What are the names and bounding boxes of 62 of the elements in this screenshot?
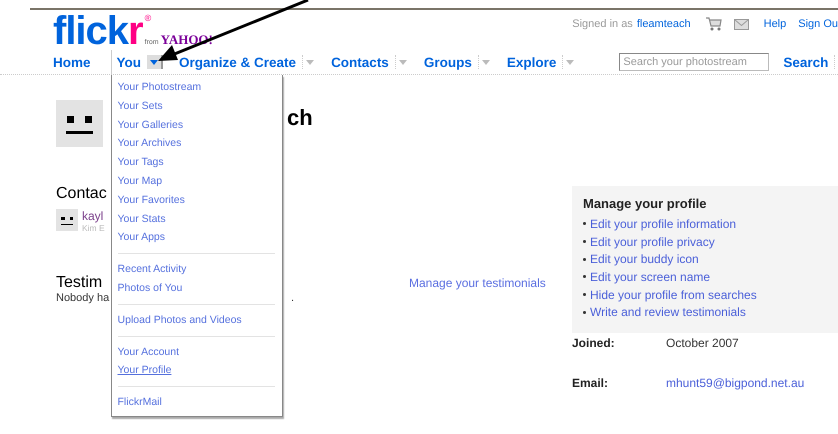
testimonials-text-end: . — [291, 292, 296, 304]
avatar-icon — [56, 100, 103, 147]
caret-icon[interactable] — [478, 55, 493, 69]
menu-item[interactable]: Photos of You — [118, 278, 182, 298]
profile-link[interactable]: Hide your profile from searches — [590, 288, 757, 302]
profile-link[interactable]: Edit your profile information — [590, 216, 736, 231]
profile-link[interactable]: Edit your screen name — [590, 270, 710, 284]
bullet-icon — [583, 240, 586, 244]
top-link[interactable]: Help — [764, 18, 786, 30]
bullet-icon — [583, 310, 586, 314]
dropdown-button[interactable] — [147, 55, 164, 69]
menu-item[interactable]: Your Favorites — [118, 190, 185, 210]
menu-item[interactable]: Your Profile — [118, 361, 172, 380]
menu-item[interactable]: Your Galleries — [118, 116, 184, 134]
cart-icon[interactable] — [706, 17, 722, 31]
testimonials-text: Nobody ha — [56, 292, 110, 304]
section-heading: Testim — [56, 274, 104, 292]
mail-icon[interactable] — [734, 18, 749, 30]
menu-item[interactable]: Your Archives — [118, 134, 182, 154]
menu-item[interactable]: Your Stats — [118, 210, 166, 228]
detail-label: Email: — [572, 376, 610, 390]
nav-link[interactable]: Groups — [424, 54, 472, 70]
profile-link[interactable]: Edit your buddy icon — [590, 252, 699, 266]
bullet-icon — [583, 293, 586, 296]
bullet-icon — [583, 275, 586, 278]
menu-item[interactable]: Your Sets — [118, 96, 163, 116]
search-field[interactable]: Search your photostream — [619, 53, 770, 71]
caret-icon — [150, 60, 158, 64]
menu-item[interactable]: Upload Photos and Videos — [118, 310, 242, 330]
nav-link[interactable]: You — [116, 54, 142, 70]
profile-link[interactable]: Edit your profile privacy — [590, 234, 715, 249]
top-link[interactable]: Sign Ou — [798, 18, 838, 30]
menu-item[interactable]: Your Map — [118, 172, 162, 191]
section-heading: Contac — [56, 185, 108, 203]
nav-link[interactable]: Organize & Create — [179, 54, 296, 70]
menu-item[interactable]: Your Tags — [118, 153, 164, 172]
nav-link[interactable]: Explore — [506, 54, 556, 70]
registered-mark: ® — [144, 12, 152, 24]
username-link[interactable]: fleamteach — [636, 18, 691, 30]
manage-testimonials-link[interactable]: Manage your testimonials — [409, 276, 546, 290]
menu-item[interactable]: Your Apps — [118, 228, 166, 248]
menu-item[interactable]: Your Photostream — [118, 78, 202, 97]
menu-item[interactable]: Your Account — [118, 342, 180, 362]
caret-icon[interactable] — [394, 55, 410, 69]
bullet-icon — [583, 258, 586, 261]
detail-label: Joined: — [572, 336, 616, 350]
panel-title: Manage your profile — [583, 196, 708, 211]
logo-wordmark[interactable]: flickr — [53, 12, 143, 50]
nav-link[interactable]: Contacts — [331, 54, 389, 70]
nav-link[interactable]: Home — [53, 54, 91, 70]
contact-name[interactable]: kayl — [82, 209, 105, 223]
signed-in-label: Signed in as — [572, 18, 633, 30]
search-button[interactable]: Search — [783, 54, 828, 70]
profile-link[interactable]: Write and review testimonials — [590, 305, 746, 320]
avatar-icon — [56, 209, 78, 231]
email-link[interactable]: mhunt59@bigpond.net.au — [666, 376, 804, 390]
detail-value: October 2007 — [666, 336, 739, 350]
profile-name: ch — [287, 105, 314, 131]
menu-item[interactable]: FlickrMail — [118, 393, 162, 412]
contact-subtitle: Kim E — [82, 223, 105, 234]
menu-item[interactable]: Recent Activity — [118, 260, 186, 279]
bullet-icon — [583, 222, 586, 226]
